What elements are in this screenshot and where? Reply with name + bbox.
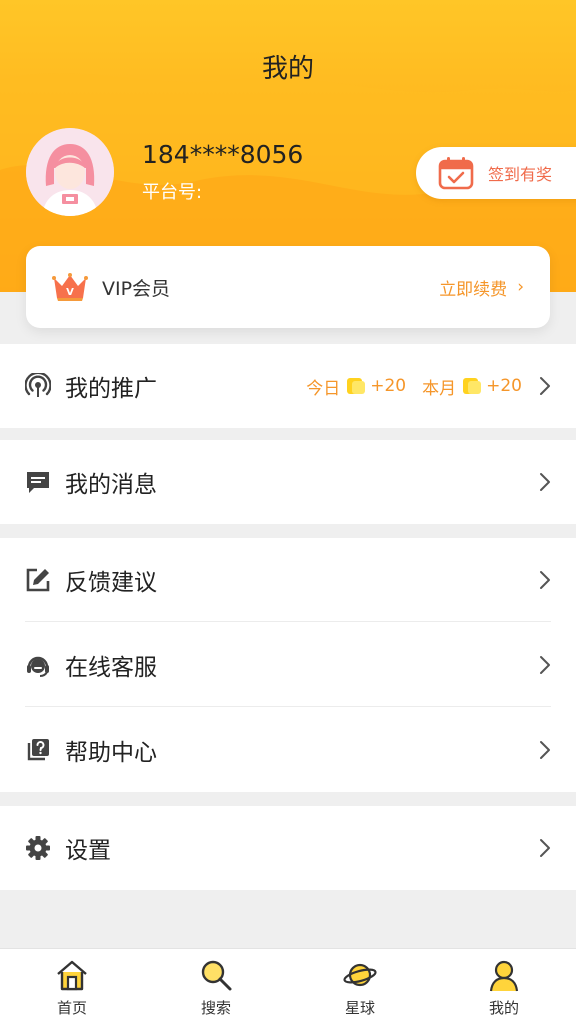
menu-item-settings[interactable]: 设置 bbox=[0, 806, 576, 890]
menu-label-promotion: 我的推广 bbox=[65, 376, 157, 402]
tab-label-planet: 星球 bbox=[344, 999, 375, 1017]
tab-mine[interactable]: 我的 bbox=[432, 949, 576, 1024]
tab-label-search: 搜索 bbox=[200, 999, 231, 1017]
chevron-right-icon: › bbox=[517, 277, 524, 297]
tab-planet[interactable]: 星球 bbox=[288, 949, 432, 1024]
vip-label: VIP会员 bbox=[102, 277, 171, 300]
chevron-right-icon bbox=[540, 740, 550, 759]
today-value: +20 bbox=[370, 376, 407, 396]
tab-label-home: 首页 bbox=[56, 999, 87, 1017]
coin-icon bbox=[463, 378, 482, 394]
settings-section: 设置 bbox=[0, 806, 576, 890]
promotion-today: 今日 +20 bbox=[306, 374, 406, 399]
month-value: +20 bbox=[486, 376, 522, 396]
page-title: 我的 bbox=[261, 54, 314, 84]
chevron-right-icon bbox=[540, 839, 550, 857]
menu-label-feedback: 反馈建议 bbox=[65, 570, 157, 596]
user-icon bbox=[489, 960, 519, 992]
tab-label-mine: 我的 bbox=[488, 999, 519, 1017]
chevron-right-icon bbox=[540, 473, 550, 491]
today-label: 今日 bbox=[306, 378, 341, 399]
bottom-tab-bar: 首页 搜索 星球 我的 bbox=[0, 948, 576, 1024]
calendar-check-icon bbox=[438, 157, 474, 190]
chevron-right-icon bbox=[540, 377, 550, 395]
vip-renew-link[interactable]: 立即续费 bbox=[439, 275, 507, 300]
broadcast-icon bbox=[25, 373, 51, 399]
platform-label: 平台号: bbox=[142, 182, 203, 203]
promotion-month: 本月 +20 bbox=[422, 374, 522, 399]
user-phone: 184****8056 bbox=[142, 140, 304, 169]
avatar-girl-icon bbox=[26, 128, 114, 216]
menu-label-help: 帮助中心 bbox=[65, 739, 157, 766]
menu-label-settings: 设置 bbox=[65, 838, 111, 864]
tab-search[interactable]: 搜索 bbox=[144, 949, 288, 1024]
edit-icon bbox=[25, 567, 51, 593]
home-icon bbox=[57, 960, 87, 991]
menu-label-service: 在线客服 bbox=[65, 654, 157, 681]
chevron-right-icon bbox=[540, 655, 550, 674]
promotion-section: 我的推广 今日 +20 本月 +20 bbox=[0, 344, 576, 428]
month-label: 本月 bbox=[422, 378, 457, 399]
vip-card[interactable]: V VIP会员 立即续费 › bbox=[26, 246, 550, 328]
message-icon bbox=[25, 469, 51, 495]
help-icon bbox=[25, 737, 51, 763]
svg-text:V: V bbox=[66, 287, 74, 298]
crown-icon: V bbox=[52, 273, 88, 301]
checkin-button[interactable]: 签到有奖 bbox=[416, 147, 576, 199]
checkin-label: 签到有奖 bbox=[488, 165, 553, 184]
tab-home[interactable]: 首页 bbox=[0, 949, 144, 1024]
search-icon bbox=[201, 960, 232, 991]
coin-icon bbox=[347, 378, 366, 394]
gear-icon bbox=[25, 835, 51, 861]
platform-id: 平台号: bbox=[142, 178, 206, 204]
messages-section: 我的消息 bbox=[0, 440, 576, 524]
headset-icon bbox=[25, 652, 51, 678]
menu-item-messages[interactable]: 我的消息 bbox=[0, 440, 576, 524]
support-section: 反馈建议 在线客服 帮助中心 bbox=[0, 538, 576, 792]
menu-item-help[interactable]: 帮助中心 bbox=[0, 707, 576, 792]
avatar[interactable] bbox=[26, 128, 114, 216]
menu-item-service[interactable]: 在线客服 bbox=[0, 622, 576, 707]
planet-icon bbox=[343, 963, 377, 987]
menu-item-feedback[interactable]: 反馈建议 bbox=[0, 538, 576, 622]
promotion-stats: 今日 +20 本月 +20 bbox=[306, 374, 522, 399]
menu-item-promotion[interactable]: 我的推广 今日 +20 本月 +20 bbox=[0, 344, 576, 428]
menu-label-messages: 我的消息 bbox=[65, 472, 157, 498]
chevron-right-icon bbox=[540, 571, 550, 589]
